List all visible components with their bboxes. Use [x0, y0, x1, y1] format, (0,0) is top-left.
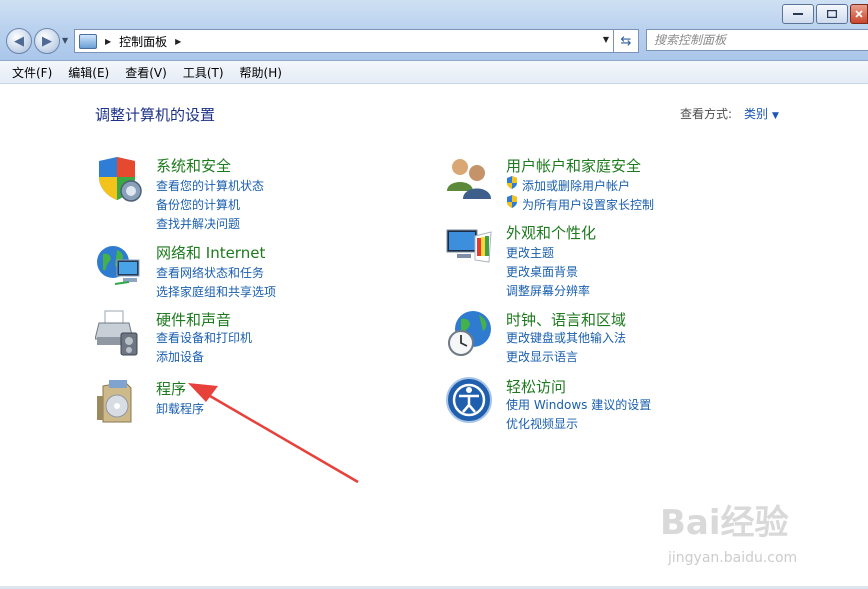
watermark-url: jingyan.baidu.com — [668, 550, 798, 566]
watermark-logo: Bai经验 — [660, 503, 789, 543]
control-panel-window: ◀ ▶ ▼ ▶ 控制面板 ▶ ▼ ⇆ 搜索控制面板 文件(F) 编辑(E) 查看… — [0, 0, 868, 589]
